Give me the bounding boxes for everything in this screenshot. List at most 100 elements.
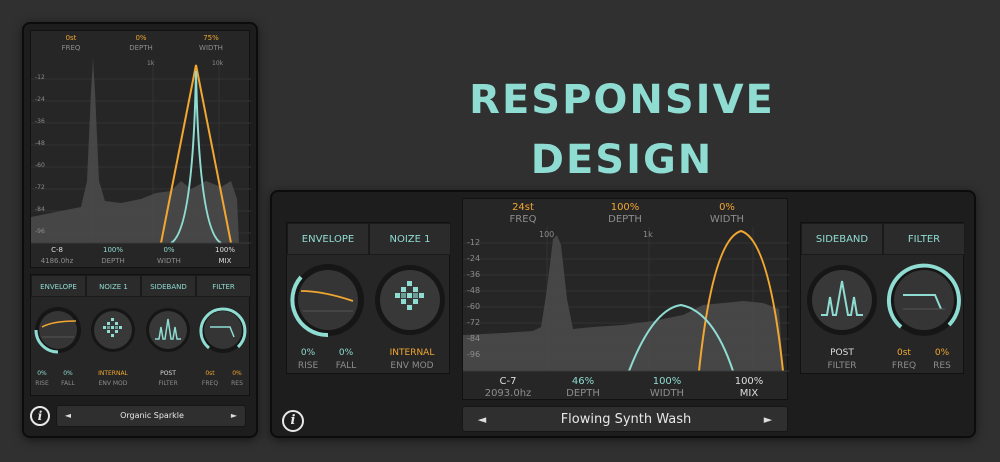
portrait-note-freq: 4186.0hz	[40, 257, 74, 265]
portrait-db-tick: -60	[35, 162, 45, 169]
portrait-sideband-knob[interactable]	[143, 305, 193, 355]
landscape-next-preset-button[interactable]: ►	[761, 414, 775, 425]
landscape-db-tick: -48	[467, 286, 481, 295]
portrait-sideband-mode-value[interactable]: POST	[143, 371, 193, 377]
portrait-module-panel: ENVELOPE NOIZE 1 SIDEBAND FILTER 0% RISE…	[30, 274, 251, 396]
landscape-left-module-panel: ENVELOPE NOIZE 1 0% RISE 0% FALL INTERNA…	[286, 222, 451, 374]
portrait-preset-bar[interactable]: ◄ Organic Sparkle ►	[56, 405, 246, 427]
portrait-noise-knob[interactable]	[88, 305, 138, 355]
portrait-freq-label: FREQ	[61, 44, 81, 52]
portrait-spectrum-display[interactable]: -12 -24 -36 -48 -60 -72 -84 -96 1k 10k 0…	[30, 30, 251, 268]
landscape-filter-freq-label: FREQ	[891, 361, 917, 371]
landscape-spectrum-display[interactable]: -12 -24 -36 -48 -60 -72 -84 -96 100 1k 2…	[462, 198, 789, 400]
portrait-note-value[interactable]: C-8	[35, 247, 79, 254]
landscape-mix-label: MIX	[739, 388, 759, 399]
landscape-db-tick: -84	[467, 334, 481, 343]
landscape-fall-label: FALL	[335, 361, 357, 371]
portrait-envelope-knob[interactable]	[33, 305, 83, 355]
tab-sideband[interactable]: SIDEBAND	[801, 223, 883, 255]
tab-envelope[interactable]: ENVELOPE	[31, 275, 86, 297]
landscape-db-tick: -96	[467, 350, 481, 359]
portrait-depth2-value[interactable]: 100%	[91, 247, 135, 254]
landscape-res-value[interactable]: 0%	[927, 349, 957, 358]
landscape-sideband-mode-value[interactable]: POST	[807, 349, 877, 358]
portrait-envmod-value[interactable]: INTERNAL	[87, 371, 139, 377]
portrait-rise-label: RISE	[35, 380, 49, 387]
landscape-fall-value[interactable]: 0%	[331, 349, 361, 358]
landscape-envelope-knob[interactable]	[289, 261, 367, 339]
landscape-sideband-mode-label: FILTER	[827, 361, 857, 371]
landscape-filter-knob[interactable]	[885, 261, 963, 339]
landscape-preset-name: Flowing Synth Wash	[560, 412, 692, 427]
portrait-envmod-label: ENV MOD	[98, 380, 128, 387]
tab-envelope[interactable]: ENVELOPE	[287, 223, 369, 255]
portrait-width-label: WIDTH	[199, 44, 223, 52]
landscape-envmod-label: ENV MOD	[390, 361, 434, 371]
landscape-width2-value[interactable]: 100%	[637, 377, 697, 387]
portrait-sideband-mode-label: FILTER	[158, 380, 178, 387]
landscape-freq-mark: 1k	[643, 230, 653, 239]
portrait-res-value[interactable]: 0%	[225, 371, 249, 377]
portrait-fall-label: FALL	[61, 380, 75, 387]
landscape-device: ENVELOPE NOIZE 1 0% RISE 0% FALL INTERNA…	[270, 190, 976, 438]
landscape-rise-value[interactable]: 0%	[293, 349, 323, 358]
portrait-prev-preset-button[interactable]: ◄	[63, 412, 73, 420]
portrait-freq-mark: 1k	[147, 60, 155, 67]
portrait-device: -12 -24 -36 -48 -60 -72 -84 -96 1k 10k 0…	[22, 22, 258, 438]
landscape-info-icon[interactable]: i	[282, 410, 304, 432]
portrait-mix-value[interactable]: 100%	[203, 247, 247, 254]
landscape-freq-value[interactable]: 24st	[493, 203, 553, 213]
landscape-preset-bar[interactable]: ◄ Flowing Synth Wash ►	[462, 406, 788, 432]
portrait-width-value[interactable]: 75%	[193, 35, 229, 42]
tab-sideband[interactable]: SIDEBAND	[141, 275, 196, 297]
landscape-note-value[interactable]: C-7	[473, 377, 543, 387]
landscape-db-tick: -72	[467, 318, 481, 327]
landscape-res-label: RES	[933, 361, 951, 371]
landscape-filter-freq-value[interactable]: 0st	[889, 349, 919, 358]
tab-filter[interactable]: FILTER	[196, 275, 251, 297]
tab-noize-1[interactable]: NOIZE 1	[369, 223, 451, 255]
portrait-freq-value[interactable]: 0st	[53, 35, 89, 42]
portrait-preset-name: Organic Sparkle	[120, 411, 184, 420]
portrait-width2-label: WIDTH	[157, 257, 181, 265]
portrait-fall-value[interactable]: 0%	[55, 371, 81, 377]
landscape-depth-value[interactable]: 100%	[595, 203, 655, 213]
landscape-prev-preset-button[interactable]: ◄	[475, 414, 489, 425]
portrait-next-preset-button[interactable]: ►	[229, 412, 239, 420]
portrait-filter-knob[interactable]	[198, 305, 248, 355]
landscape-db-tick: -12	[467, 238, 481, 247]
portrait-depth-label: DEPTH	[129, 44, 153, 52]
portrait-info-icon[interactable]: i	[30, 406, 50, 426]
landscape-width-value[interactable]: 0%	[697, 203, 757, 213]
landscape-note-freq: 2093.0hz	[484, 388, 532, 399]
landscape-mix-value[interactable]: 100%	[719, 377, 779, 387]
tab-noize-1[interactable]: NOIZE 1	[86, 275, 141, 297]
portrait-filter-freq-label: FREQ	[201, 380, 219, 387]
landscape-depth2-value[interactable]: 46%	[553, 377, 613, 387]
portrait-db-tick: -12	[35, 74, 45, 81]
landscape-right-module-panel: SIDEBAND FILTER POST FILTER 0st FREQ 0% …	[800, 222, 965, 374]
landscape-width2-label: WIDTH	[649, 388, 685, 399]
landscape-rise-label: RISE	[297, 361, 319, 371]
landscape-sideband-knob[interactable]	[803, 261, 881, 339]
portrait-freq-mark: 10k	[212, 60, 224, 67]
landscape-spectrum-graph	[463, 227, 789, 372]
portrait-db-tick: -36	[35, 118, 45, 125]
landscape-width-label: WIDTH	[709, 214, 745, 225]
headline: RESPONSIVE DESIGN	[469, 77, 775, 183]
tab-filter[interactable]: FILTER	[883, 223, 965, 255]
portrait-db-tick: -84	[35, 206, 45, 213]
landscape-noise-knob[interactable]	[371, 261, 449, 339]
portrait-db-tick: -24	[35, 96, 45, 103]
portrait-rise-value[interactable]: 0%	[31, 371, 53, 377]
portrait-depth2-label: DEPTH	[101, 257, 125, 265]
landscape-envmod-value[interactable]: INTERNAL	[377, 349, 447, 358]
portrait-mix-label: MIX	[218, 257, 232, 265]
landscape-freq-label: FREQ	[509, 214, 537, 225]
landscape-depth2-label: DEPTH	[566, 388, 600, 399]
portrait-depth-value[interactable]: 0%	[123, 35, 159, 42]
portrait-width2-value[interactable]: 0%	[147, 247, 191, 254]
portrait-filter-freq-value[interactable]: 0st	[197, 371, 223, 377]
landscape-freq-mark: 100	[539, 230, 555, 239]
portrait-res-label: RES	[231, 380, 243, 387]
